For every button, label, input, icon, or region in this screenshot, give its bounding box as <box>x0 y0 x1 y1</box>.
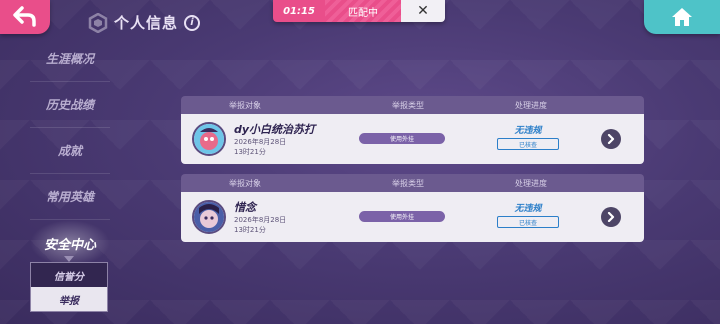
security-submenu: 信誉分 举报 <box>30 262 108 312</box>
sidebar-item-achievements[interactable]: 成就 <box>30 128 110 174</box>
report-detail-button[interactable] <box>601 207 621 227</box>
column-type: 举报类型 <box>392 178 424 188</box>
cancel-match-button[interactable]: ✕ <box>401 0 445 22</box>
status-badge: 已核查 <box>497 138 559 150</box>
report-card: 举报对象 举报类型 处理进度 dy小白统治苏打 2026年8月28日 13时21… <box>181 96 644 164</box>
sidebar-item-heroes[interactable]: 常用英雄 <box>30 174 110 220</box>
reported-user-info: 惜念 2026年8月28日 13时21分 <box>234 199 354 235</box>
report-date: 2026年8月28日 <box>234 138 287 146</box>
avatar[interactable] <box>192 200 226 234</box>
sidebar: 生涯概况 历史战绩 成就 常用英雄 安全中心 <box>30 36 110 266</box>
reported-user-name: dy小白统治苏打 <box>234 123 316 136</box>
report-type-badge: 使用外挂 <box>359 133 445 144</box>
chevron-right-icon <box>607 212 615 222</box>
reported-user-info: dy小白统治苏打 2026年8月28日 13时21分 <box>234 121 354 157</box>
sidebar-item-career[interactable]: 生涯概况 <box>30 36 110 82</box>
status-badge: 已核查 <box>497 216 559 228</box>
game-logo-icon <box>88 12 108 33</box>
report-result: 无违规 已核查 <box>497 201 559 228</box>
back-arrow-icon <box>13 6 36 27</box>
result-text: 无违规 <box>514 204 542 214</box>
report-type-badge: 使用外挂 <box>359 211 445 222</box>
match-status: 匹配中 <box>325 0 401 22</box>
page-header: 个人信息 i <box>88 12 201 33</box>
report-detail-button[interactable] <box>601 129 621 149</box>
sidebar-item-history[interactable]: 历史战绩 <box>30 82 110 128</box>
info-icon[interactable]: i <box>184 14 201 31</box>
report-card: 举报对象 举报类型 处理进度 惜念 2026年8月28日 13时21分 使用外挂… <box>181 174 644 242</box>
match-timer: 01:15 <box>273 0 325 22</box>
report-header: 举报对象 举报类型 处理进度 <box>181 174 644 192</box>
column-type: 举报类型 <box>392 100 424 110</box>
column-target: 举报对象 <box>229 178 261 188</box>
report-time: 13时21分 <box>234 226 266 234</box>
avatar[interactable] <box>192 122 226 156</box>
chevron-right-icon <box>607 134 615 144</box>
home-button[interactable] <box>644 0 720 34</box>
back-button[interactable] <box>0 0 50 34</box>
submenu-item-report[interactable]: 举报 <box>31 287 107 311</box>
column-progress: 处理进度 <box>515 100 547 110</box>
report-row: 惜念 2026年8月28日 13时21分 使用外挂 无违规 已核查 <box>181 192 644 242</box>
home-icon <box>672 8 692 26</box>
page-title: 个人信息 <box>114 14 179 32</box>
column-target: 举报对象 <box>229 100 261 110</box>
report-date: 2026年8月28日 <box>234 216 287 224</box>
hero-portrait-icon <box>194 124 224 154</box>
submenu-item-credit[interactable]: 信誉分 <box>31 263 107 287</box>
matchmaking-bar: 01:15 匹配中 ✕ <box>273 0 445 22</box>
column-progress: 处理进度 <box>515 178 547 188</box>
reported-user-name: 惜念 <box>234 201 256 214</box>
report-row: dy小白统治苏打 2026年8月28日 13时21分 使用外挂 无违规 已核查 <box>181 114 644 164</box>
report-header: 举报对象 举报类型 处理进度 <box>181 96 644 114</box>
report-time: 13时21分 <box>234 148 266 156</box>
report-result: 无违规 已核查 <box>497 123 559 150</box>
result-text: 无违规 <box>514 126 542 136</box>
hero-portrait-icon <box>194 202 224 232</box>
